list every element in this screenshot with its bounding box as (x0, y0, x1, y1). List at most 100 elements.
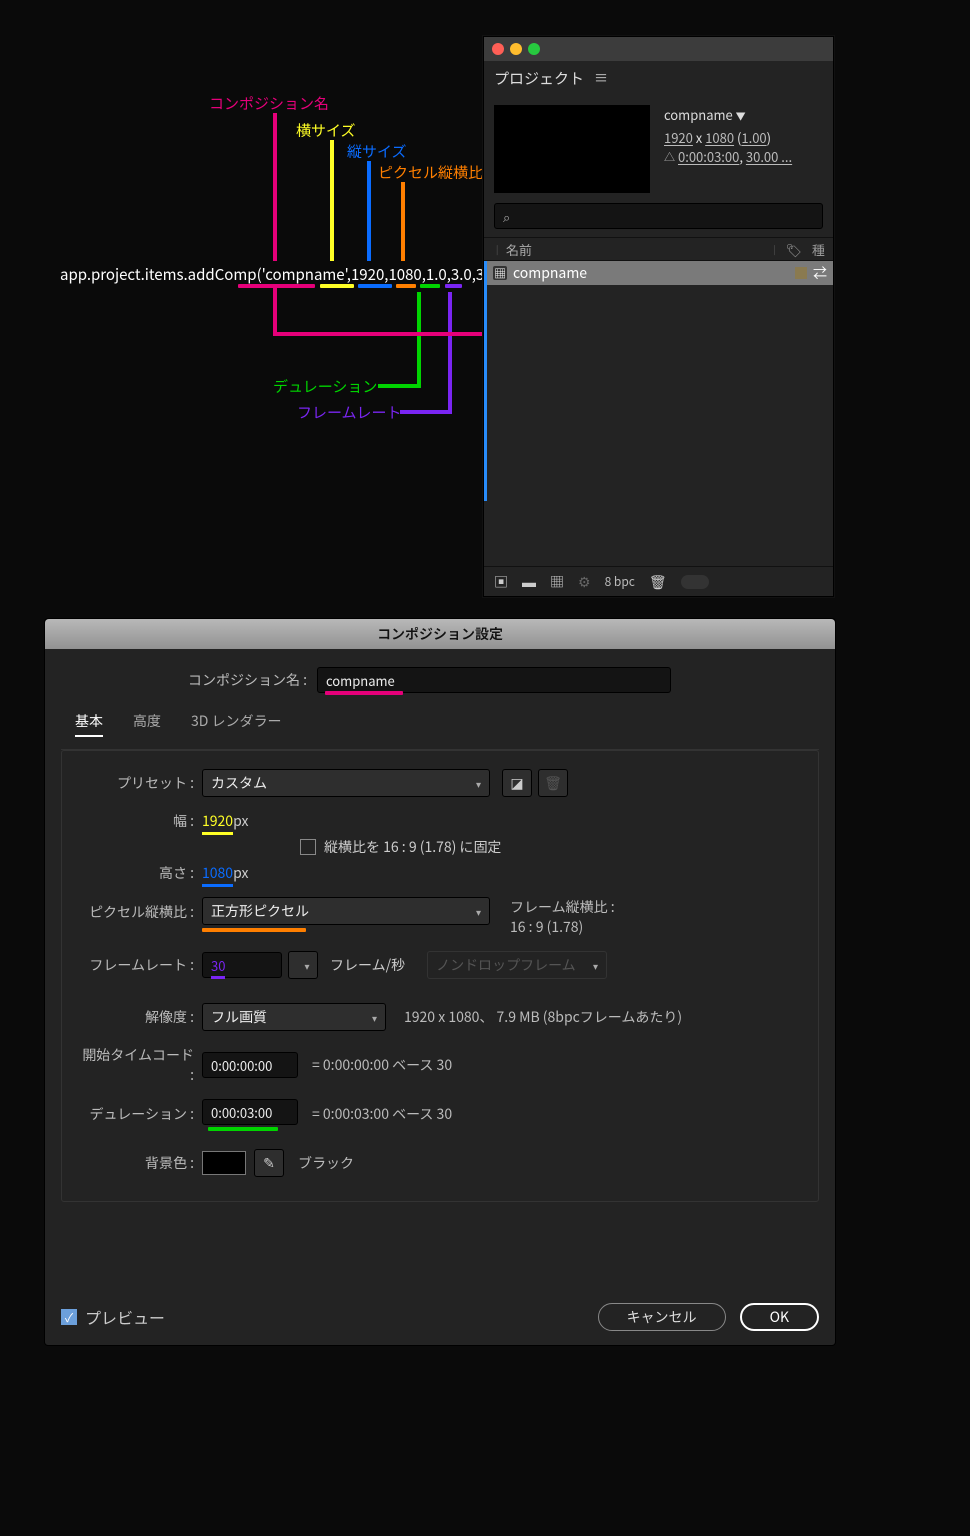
trash-icon[interactable]: 🗑 (649, 572, 667, 592)
preset-label: プリセット : (80, 773, 202, 793)
chevron-down-icon: ▾ (372, 1010, 377, 1025)
meta-comp-name[interactable]: compname (664, 105, 733, 124)
code-underline-width (320, 284, 354, 288)
project-panel: プロジェクト ≡ compname ▼ 1920 x 1080 (1.00) △… (483, 36, 834, 597)
anno-vline-par (401, 182, 405, 261)
px-unit-1: px (233, 811, 248, 831)
tab-advanced[interactable]: 高度 (133, 711, 161, 737)
anno-label-width: 横サイズ (296, 120, 356, 141)
dialog-footer: ✓ プレビュー キャンセル OK (61, 1303, 819, 1331)
code-underline-par (396, 284, 416, 288)
meta-duration: 0:00:03:00 (678, 147, 739, 166)
lock-aspect-checkbox[interactable] (300, 839, 316, 855)
chevron-down-icon: ▾ (304, 958, 309, 973)
new-comp-icon[interactable]: ▦ (550, 572, 564, 592)
par-select[interactable]: 正方形ピクセル ▾ (202, 897, 490, 925)
tab-basic[interactable]: 基本 (75, 711, 103, 737)
duration-field[interactable] (202, 1099, 298, 1125)
label-color-swatch[interactable] (795, 267, 807, 279)
basic-section: プリセット : カスタム▾ ◪ 🗑 幅 : 1920 px 縦横比を 16 : … (61, 750, 819, 1202)
anno-label-fps: フレームレート (297, 402, 402, 423)
toggle-switch[interactable] (681, 575, 709, 589)
fps-field[interactable]: 30 (202, 952, 282, 978)
panel-menu-icon[interactable]: ≡ (594, 68, 608, 88)
folder-icon[interactable]: ▬ (522, 572, 536, 592)
compname-field[interactable] (317, 667, 671, 693)
height-value[interactable]: 1080 (202, 863, 233, 883)
dialog-title: コンポジション設定 (45, 619, 835, 649)
meta-pc: ) (767, 128, 771, 147)
interpret-footage-icon[interactable]: ▣ (494, 572, 508, 592)
bgcolor-name: ブラック (298, 1153, 354, 1173)
panel-tab-bar: プロジェクト ≡ (484, 61, 833, 95)
meta-width: 1920 (664, 128, 693, 147)
width-label: 幅 : (80, 811, 202, 831)
meta-x: x (693, 128, 705, 147)
chevron-down-icon: ▾ (476, 904, 481, 919)
comp-thumbnail[interactable] (494, 105, 650, 193)
search-icon: ⌕ (503, 207, 510, 226)
dropframe-select: ノンドロップフレーム ▾ (427, 951, 607, 979)
adjust-icon[interactable]: ⚙ (578, 572, 591, 592)
minimize-traffic-icon[interactable] (510, 43, 522, 55)
search-input[interactable] (514, 209, 814, 224)
preview-label: プレビュー (85, 1305, 165, 1329)
project-tab[interactable]: プロジェクト (494, 68, 584, 89)
par-value: 正方形ピクセル (211, 901, 309, 921)
resolution-select[interactable]: フル画質▾ (202, 1003, 386, 1031)
delete-preset-button[interactable]: 🗑 (538, 769, 568, 797)
save-preset-button[interactable]: ◪ (502, 769, 532, 797)
dlg-underline-dur (208, 1127, 278, 1131)
code-underline-height (358, 284, 392, 288)
preview-checkbox[interactable]: ✓ (61, 1309, 77, 1325)
par-label: ピクセル縦横比 : (80, 897, 202, 922)
header-divider: │ (492, 242, 502, 257)
duration-info: = 0:00:03:00 ベース 30 (312, 1104, 452, 1124)
anno-vline-height (367, 161, 371, 261)
zoom-traffic-icon[interactable] (528, 43, 540, 55)
anno-elbow-dur-v (417, 292, 421, 388)
tab-renderer[interactable]: 3D レンダラー (191, 711, 282, 737)
start-tc-field[interactable] (202, 1052, 298, 1078)
resolution-info: 1920 x 1080、 7.9 MB (8bpcフレームあたり) (404, 1007, 682, 1027)
anno-vline-name (273, 113, 277, 261)
anno-label-par: ピクセル縦横比 (378, 162, 483, 183)
header-kind-col[interactable]: 種 (812, 240, 825, 259)
header-divider-2: │ (769, 242, 779, 257)
header-name-col[interactable]: 名前 (502, 240, 769, 259)
chevron-down-icon[interactable]: ▼ (736, 108, 746, 123)
fps-dropdown[interactable]: ▾ (288, 951, 318, 979)
dropframe-value: ノンドロップフレーム (436, 955, 576, 975)
cancel-button[interactable]: キャンセル (598, 1303, 726, 1331)
anno-label-height: 縦サイズ (347, 141, 407, 162)
dlg-underline-name (325, 691, 403, 695)
preset-value: カスタム (211, 773, 267, 793)
footer-bpc[interactable]: 8 bpc (605, 573, 635, 590)
anno-elbow-fps-v (448, 292, 452, 414)
eyedropper-button[interactable]: ✎ (254, 1149, 284, 1177)
delta-icon: △ (664, 149, 675, 165)
project-list-header: │ 名前 │ 🏷 種 (484, 237, 833, 261)
tag-icon[interactable]: 🏷 (785, 240, 802, 259)
width-value[interactable]: 1920 (202, 811, 233, 831)
start-tc-label: 開始タイムコード : (80, 1045, 202, 1085)
project-item-list: ▦ compname ⇄ (484, 261, 833, 501)
anno-long-name-h (273, 332, 495, 336)
px-unit-2: px (233, 863, 248, 883)
ok-button[interactable]: OK (740, 1303, 819, 1331)
code-underline-dur (420, 284, 440, 288)
bgcolor-swatch[interactable] (202, 1151, 246, 1175)
anno-vline-width (330, 140, 334, 261)
resolution-label: 解像度 : (80, 1007, 202, 1027)
meta-fps: 30.00 ... (746, 147, 792, 166)
project-search[interactable]: ⌕ (494, 203, 823, 229)
chevron-down-icon: ▾ (593, 958, 598, 973)
start-tc-info: = 0:00:00:00 ベース 30 (312, 1055, 452, 1075)
composition-settings-dialog: コンポジション設定 コンポジション名 : 基本 高度 3D レンダラー プリセッ… (44, 618, 836, 1346)
project-row-name: compname (513, 263, 587, 283)
close-traffic-icon[interactable] (492, 43, 504, 55)
flow-icon[interactable]: ⇄ (813, 263, 827, 283)
anno-label-duration: デュレーション (273, 376, 377, 397)
project-row[interactable]: ▦ compname ⇄ (487, 261, 833, 285)
preset-select[interactable]: カスタム▾ (202, 769, 490, 797)
